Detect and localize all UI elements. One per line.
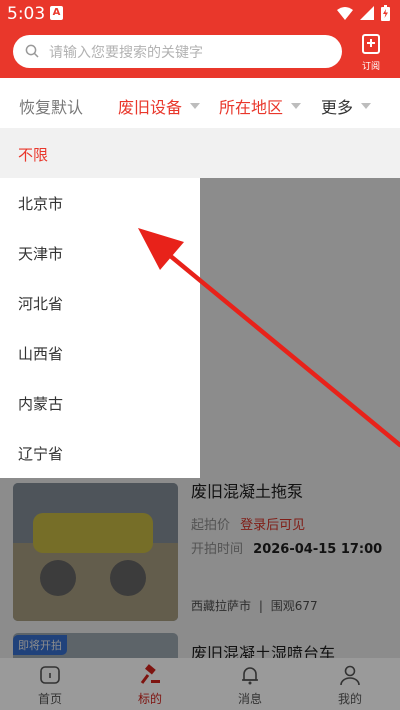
annotation-arrow bbox=[138, 228, 400, 448]
